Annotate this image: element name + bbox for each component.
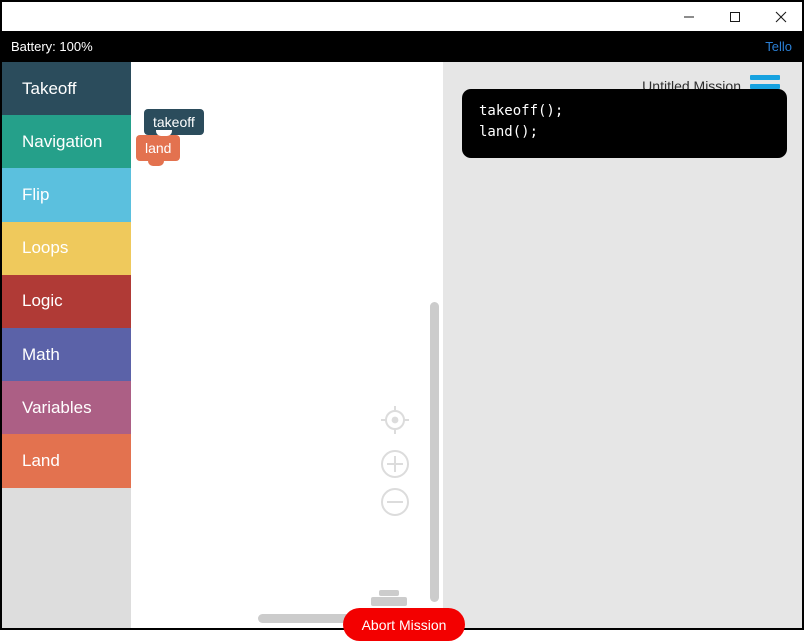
toolbox-category-label: Logic — [22, 291, 63, 311]
zoom-in-icon — [381, 450, 409, 478]
toolbox-category-label: Flip — [22, 184, 50, 204]
zoom-out-icon — [381, 488, 409, 516]
block-land[interactable]: land — [136, 130, 181, 166]
maximize-button[interactable] — [712, 2, 758, 31]
toolbox-category-label: Land — [22, 450, 60, 470]
close-icon — [775, 11, 787, 23]
zoom-in-button[interactable] — [377, 446, 413, 482]
block-takeoff-label: takeoff — [153, 114, 195, 130]
battery-status-label: Battery: 100% — [11, 39, 93, 54]
toolbox-category-loops[interactable]: Loops — [2, 221, 131, 275]
hamburger-menu-icon — [750, 75, 780, 80]
mission-panel: Untitled Mission takeoff(); land(); — [443, 62, 802, 628]
generated-code-panel: takeoff(); land(); — [462, 89, 787, 158]
status-bar: Battery: 100% Tello — [2, 31, 802, 62]
toolbox-category-navigation[interactable]: Navigation — [2, 115, 131, 169]
title-bar — [2, 2, 802, 31]
toolbox-category-variables[interactable]: Variables — [2, 381, 131, 435]
toolbox-category-takeoff[interactable]: Takeoff — [2, 62, 131, 116]
toolbox-category-label: Math — [22, 344, 60, 364]
toolbox-category-label: Variables — [22, 397, 92, 417]
toolbox-category-logic[interactable]: Logic — [2, 274, 131, 328]
toolbox-category-label: Loops — [22, 238, 69, 258]
toolbox-category-label: Takeoff — [22, 78, 77, 98]
code-line: takeoff(); — [479, 103, 564, 119]
toolbox-category-flip[interactable]: Flip — [2, 168, 131, 222]
target-center-icon — [381, 406, 409, 434]
blockly-toolbox: Takeoff Navigation Flip Loops Logic Math Varia… — [2, 62, 131, 628]
minimize-button[interactable] — [666, 2, 712, 31]
blockly-workspace[interactable]: takeoff land — [131, 62, 443, 628]
minimize-icon — [683, 11, 695, 23]
code-line: land(); — [479, 124, 539, 140]
workspace-controls — [377, 402, 417, 520]
abort-mission-label: Abort Mission — [361, 616, 447, 633]
device-name-label[interactable]: Tello — [765, 39, 792, 54]
block-top-notch — [156, 130, 172, 136]
block-takeoff[interactable]: takeoff — [144, 109, 204, 140]
main-content: Takeoff Navigation Flip Loops Logic Math Varia… — [2, 62, 802, 641]
toolbox-category-math[interactable]: Math — [2, 327, 131, 382]
maximize-icon — [729, 11, 741, 23]
block-notch — [148, 160, 164, 166]
center-workspace-button[interactable] — [377, 402, 413, 438]
application-window: Battery: 100% Tello Takeoff Navigation Fli… — [0, 0, 804, 641]
block-land-label: land — [145, 140, 172, 156]
close-button[interactable] — [758, 2, 804, 31]
zoom-out-button[interactable] — [377, 484, 413, 520]
toolbox-category-label: Navigation — [22, 131, 103, 151]
toolbox-category-land[interactable]: Land — [2, 434, 131, 488]
workspace-vertical-scrollbar[interactable] — [430, 302, 439, 602]
abort-mission-button[interactable]: Abort Mission — [343, 608, 465, 641]
